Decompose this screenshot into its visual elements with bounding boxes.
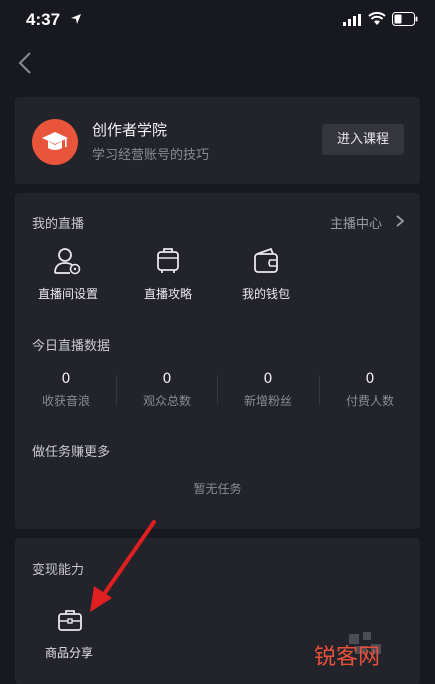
academy-subtitle: 学习经营账号的技巧 xyxy=(92,148,210,163)
academy-card: 创作者学院 学习经营账号的技巧 进入课程 xyxy=(15,97,420,184)
my-wallet-button[interactable]: 我的钱包 xyxy=(226,246,306,306)
luggage-icon xyxy=(157,248,179,273)
stat-paying-users: 0 付费人数 xyxy=(320,371,420,411)
user-settings-icon xyxy=(54,248,81,275)
stat-label: 收获音浪 xyxy=(41,394,90,408)
signal-icon xyxy=(343,14,361,26)
live-item-label: 直播攻略 xyxy=(143,287,192,301)
wallet-icon xyxy=(254,247,278,273)
annotation-arrow-icon xyxy=(90,520,156,612)
wifi-icon xyxy=(368,12,386,25)
academy-logo xyxy=(32,119,78,165)
stat-value: 0 xyxy=(263,371,273,387)
live-section-title: 我的直播 xyxy=(32,217,85,232)
status-bar: 4:37 xyxy=(0,0,435,40)
live-guide-button[interactable]: 直播攻略 xyxy=(128,246,208,306)
stat-value: 0 xyxy=(365,371,375,387)
stat-label: 付费人数 xyxy=(345,394,394,408)
stat-label: 观众总数 xyxy=(142,394,191,408)
live-item-label: 直播间设置 xyxy=(37,287,98,301)
stat-value: 0 xyxy=(162,371,172,387)
live-room-settings-button[interactable]: 直播间设置 xyxy=(28,246,108,306)
back-icon[interactable] xyxy=(14,50,38,76)
enter-course-button[interactable]: 进入课程 xyxy=(322,124,404,155)
watermark-text: 锐客网 xyxy=(314,644,381,669)
today-data-title: 今日直播数据 xyxy=(32,339,111,354)
location-arrow-icon xyxy=(71,14,81,24)
live-card: 我的直播 主播中心 直播间设置 直播攻略 我的钱包 今日直播数据 0 收获音浪 … xyxy=(15,193,420,529)
chevron-right-icon[interactable] xyxy=(395,214,405,228)
academy-title: 创作者学院 xyxy=(92,121,168,139)
task-section-title: 做任务赚更多 xyxy=(32,445,111,460)
monetize-section-title: 变现能力 xyxy=(32,563,85,578)
stat-new-fans: 0 新增粉丝 xyxy=(218,371,318,411)
stat-total-viewers: 0 观众总数 xyxy=(117,371,217,411)
live-item-label: 我的钱包 xyxy=(241,287,290,301)
stat-sound-waves: 0 收获音浪 xyxy=(16,371,116,411)
stat-value: 0 xyxy=(61,371,71,387)
goods-item-label: 商品分享 xyxy=(44,646,93,660)
graduation-cap-icon xyxy=(42,132,68,150)
no-task-text: 暂无任务 xyxy=(193,482,242,496)
status-time: 4:37 xyxy=(26,10,61,29)
stat-label: 新增粉丝 xyxy=(243,394,292,408)
host-center-link[interactable]: 主播中心 xyxy=(330,213,382,232)
battery-icon xyxy=(392,12,418,26)
